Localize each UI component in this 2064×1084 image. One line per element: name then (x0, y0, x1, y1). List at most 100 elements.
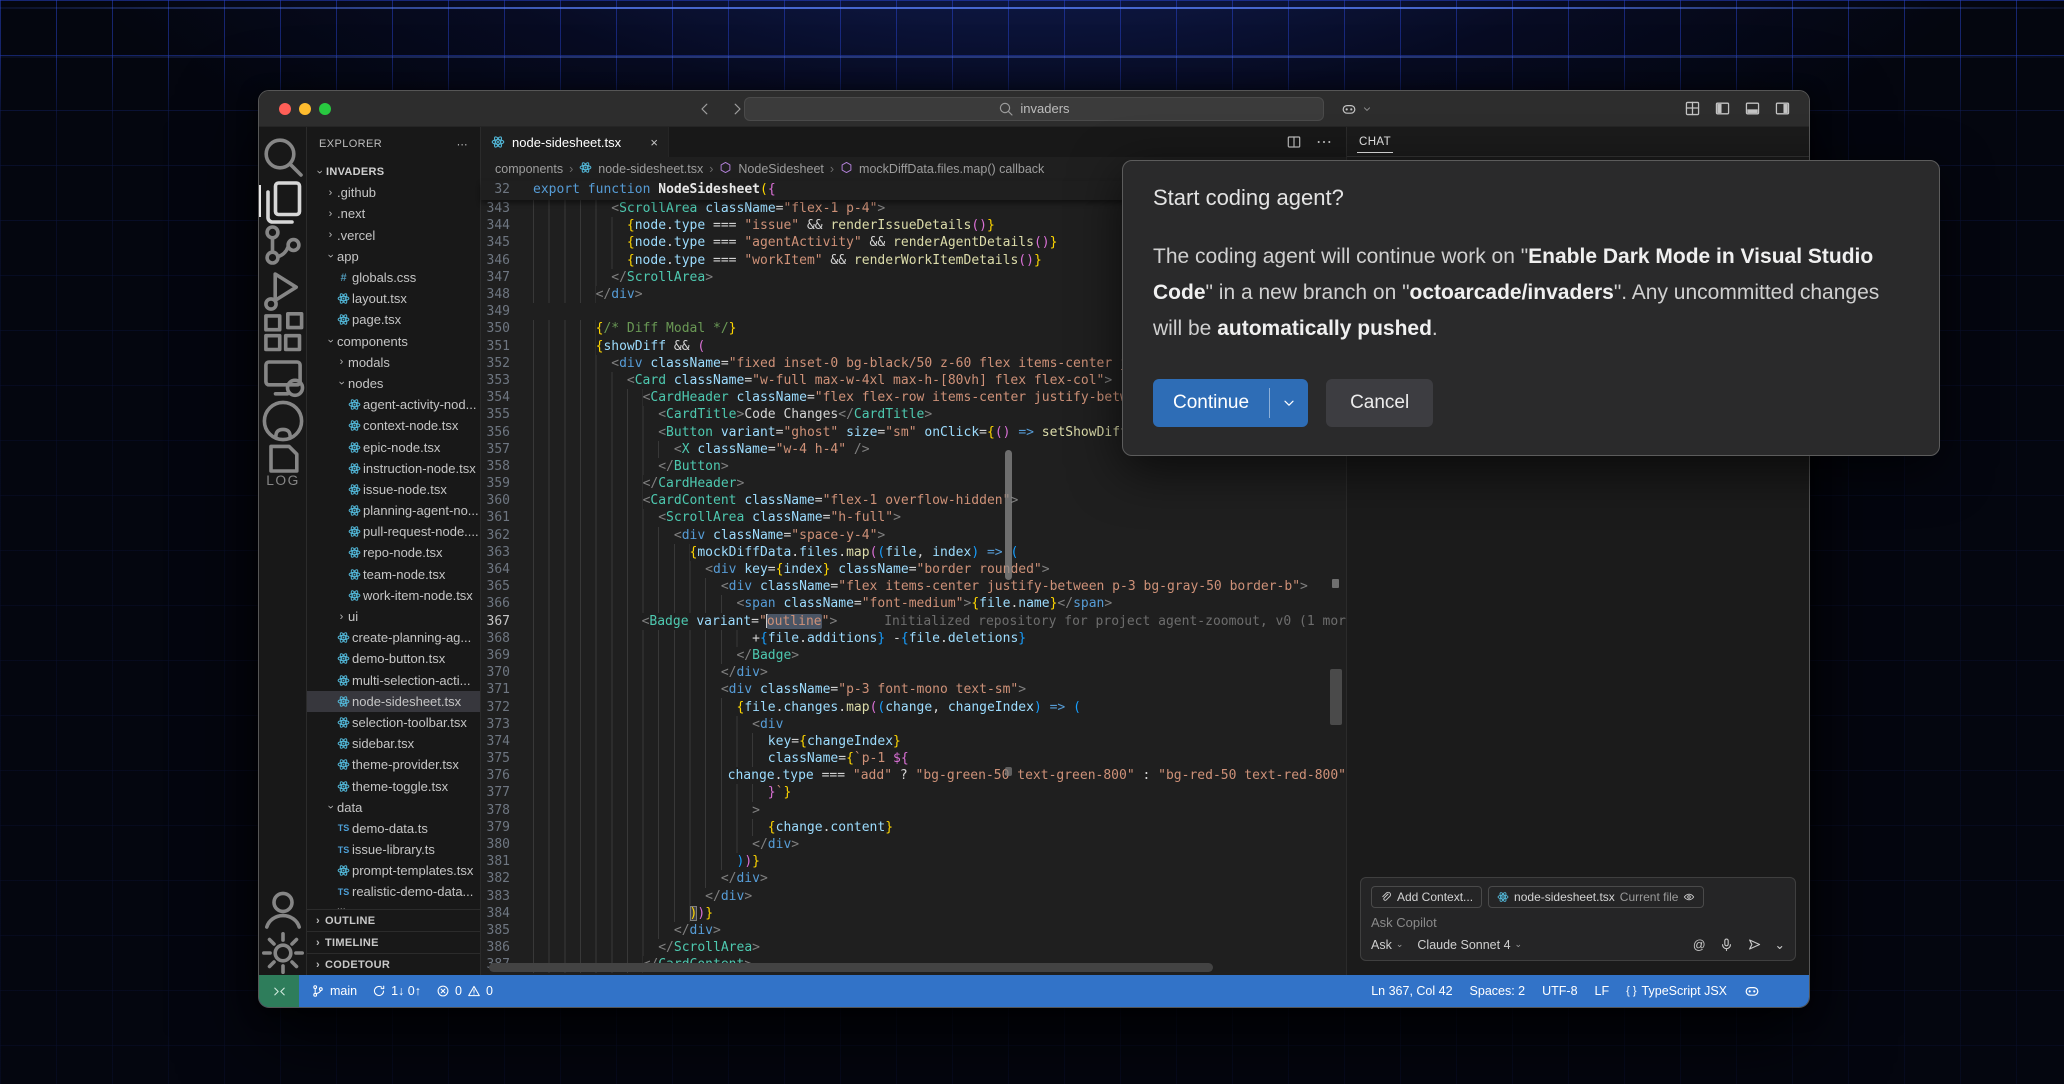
tree-item-components[interactable]: ›components (307, 331, 480, 352)
tree-item-invaders[interactable]: ›INVADERS (307, 161, 480, 182)
back-icon[interactable] (697, 101, 713, 117)
sidebar-section-codetour[interactable]: ›CODETOUR (307, 953, 480, 975)
send-dropdown-icon[interactable]: ⌄ (1775, 937, 1785, 952)
mic-icon[interactable] (1719, 937, 1734, 952)
code-line[interactable]: 375className={`p-1 ${ (481, 750, 1346, 767)
activity-remote-icon[interactable] (259, 355, 307, 399)
model-picker[interactable]: Claude Sonnet 4⌄ (1417, 938, 1522, 952)
bell-icon[interactable] (1777, 983, 1793, 999)
add-context-button[interactable]: Add Context... (1371, 886, 1482, 908)
code-line[interactable]: 379{change.content} (481, 819, 1346, 836)
code-line[interactable]: 385</div> (481, 922, 1346, 939)
tree-item-pull-request-node-[interactable]: pull-request-node.... (307, 521, 480, 542)
copilot-status-icon[interactable] (1744, 983, 1760, 999)
forward-icon[interactable] (729, 101, 745, 117)
code-line[interactable]: 376change.type === "add" ? "bg-green-50 … (481, 767, 1346, 784)
code-line[interactable]: 361<ScrollArea className="h-full"> (481, 509, 1346, 526)
code-line[interactable]: 383</div> (481, 888, 1346, 905)
vertical-scrollbar[interactable] (1330, 669, 1342, 725)
status-encoding[interactable]: UTF-8 (1542, 984, 1577, 998)
activity-log-icon[interactable]: LOG (259, 443, 307, 487)
code-line[interactable]: 378> (481, 802, 1346, 819)
tree-item-modals[interactable]: ›modals (307, 352, 480, 373)
code-line[interactable]: 380</div> (481, 836, 1346, 853)
tree-item-epic-node-tsx[interactable]: epic-node.tsx (307, 436, 480, 457)
status-cursor-position[interactable]: Ln 367, Col 42 (1371, 984, 1452, 998)
tree-item-context-node-tsx[interactable]: context-node.tsx (307, 415, 480, 436)
eye-icon[interactable] (1683, 891, 1695, 903)
tree-item-issue-node-tsx[interactable]: issue-node.tsx (307, 479, 480, 500)
tree-item-work-item-node-tsx[interactable]: work-item-node.tsx (307, 585, 480, 606)
tree-item-theme-provider-tsx[interactable]: theme-provider.tsx (307, 754, 480, 775)
tree-item--vercel[interactable]: ›.vercel (307, 225, 480, 246)
activity-debug-icon[interactable] (259, 267, 307, 311)
chat-input-placeholder[interactable]: Ask Copilot (1371, 915, 1785, 930)
activity-search-icon[interactable] (259, 135, 307, 179)
tree-item-ui[interactable]: ›ui (307, 606, 480, 627)
tree-item-page-tsx[interactable]: page.tsx (307, 309, 480, 330)
status-indentation[interactable]: Spaces: 2 (1470, 984, 1526, 998)
mention-icon[interactable]: @ (1693, 938, 1706, 952)
code-line[interactable]: 366<span className="font-medium">{file.n… (481, 595, 1346, 612)
tree-item-multi-selection-acti-[interactable]: multi-selection-acti... (307, 670, 480, 691)
code-line[interactable]: 382</div> (481, 870, 1346, 887)
tree-item-nodes[interactable]: ›nodes (307, 373, 480, 394)
sidebar-section-timeline[interactable]: ›TIMELINE (307, 931, 480, 953)
floating-scrollbar[interactable] (1005, 450, 1012, 580)
code-line[interactable]: 368+{file.additions} -{file.deletions} (481, 630, 1346, 647)
code-line[interactable]: 377}`} (481, 784, 1346, 801)
close-window-button[interactable] (279, 103, 291, 115)
code-line[interactable]: 364<div key={index} className="border ro… (481, 561, 1346, 578)
tree-item-realistic-demo-data-[interactable]: TSrealistic-demo-data... (307, 881, 480, 902)
tree-item-create-planning-ag-[interactable]: create-planning-ag... (307, 627, 480, 648)
editor-more-actions-icon[interactable]: ⋯ (1316, 132, 1332, 152)
code-line[interactable]: 362<div className="space-y-4"> (481, 527, 1346, 544)
code-line[interactable]: 363{mockDiffData.files.map((file, index)… (481, 544, 1346, 561)
current-file-chip[interactable]: node-sidesheet.tsx Current file (1488, 886, 1704, 908)
tree-item--next[interactable]: ›.next (307, 203, 480, 224)
tree-item-planning-agent-no-[interactable]: planning-agent-no... (307, 500, 480, 521)
customize-layout-icon[interactable] (1684, 100, 1701, 117)
toggle-sidebar-icon[interactable] (1714, 100, 1731, 117)
tree-item-agent-activity-nod-[interactable]: agent-activity-nod... (307, 394, 480, 415)
code-line[interactable]: 384))} (481, 905, 1346, 922)
tab-chat[interactable]: CHAT (1357, 131, 1393, 153)
sidebar-section-outline[interactable]: ›OUTLINE (307, 909, 480, 931)
status-language[interactable]: { }TypeScript JSX (1626, 984, 1727, 998)
continue-dropdown-chevron-icon[interactable] (1270, 395, 1308, 411)
tree-item-demo-button-tsx[interactable]: demo-button.tsx (307, 648, 480, 669)
command-center-search[interactable]: invaders (744, 97, 1324, 121)
code-line[interactable]: 367<Badge variant="outline"> Initialized… (481, 613, 1346, 630)
cancel-button[interactable]: Cancel (1326, 379, 1433, 427)
activity-github-icon[interactable] (259, 399, 307, 443)
code-line[interactable]: 370</div> (481, 664, 1346, 681)
continue-button[interactable]: Continue (1153, 379, 1308, 427)
code-line[interactable]: 365<div className="flex items-center jus… (481, 578, 1346, 595)
code-line[interactable]: 360<CardContent className="flex-1 overfl… (481, 492, 1346, 509)
toggle-secondary-sidebar-icon[interactable] (1774, 100, 1791, 117)
tree-item-demo-data-ts[interactable]: TSdemo-data.ts (307, 818, 480, 839)
copilot-menu-button[interactable] (1341, 101, 1375, 117)
breadcrumb-item[interactable]: mockDiffData.files.map() callback (859, 162, 1044, 176)
code-line[interactable]: 359</CardHeader> (481, 475, 1346, 492)
activity-files-icon[interactable] (259, 179, 307, 223)
activity-extensions-icon[interactable] (259, 311, 307, 355)
mode-picker[interactable]: Ask⌄ (1371, 938, 1403, 952)
breadcrumb-item[interactable]: components (495, 162, 563, 176)
tree-item-sidebar-tsx[interactable]: sidebar.tsx (307, 733, 480, 754)
remote-indicator[interactable] (259, 975, 299, 1007)
code-line[interactable]: 381))} (481, 853, 1346, 870)
code-line[interactable]: 371<div className="p-3 font-mono text-sm… (481, 681, 1346, 698)
status-eol[interactable]: LF (1595, 984, 1610, 998)
tree-item-layout-tsx[interactable]: layout.tsx (307, 288, 480, 309)
tab-close-icon[interactable]: × (650, 135, 658, 150)
tree-item-selection-toolbar-tsx[interactable]: selection-toolbar.tsx (307, 712, 480, 733)
send-icon[interactable] (1747, 937, 1762, 952)
tree-item-node-sidesheet-tsx[interactable]: node-sidesheet.tsx (307, 691, 480, 712)
chat-input-box[interactable]: Add Context... node-sidesheet.tsx Curren… (1360, 877, 1796, 961)
status-branch[interactable]: main (311, 984, 357, 998)
tree-item-team-node-tsx[interactable]: team-node.tsx (307, 564, 480, 585)
explorer-more-actions-icon[interactable]: ⋯ (457, 138, 468, 151)
code-line[interactable]: 358</Button> (481, 458, 1346, 475)
tree-item-issue-library-ts[interactable]: TSissue-library.ts (307, 839, 480, 860)
